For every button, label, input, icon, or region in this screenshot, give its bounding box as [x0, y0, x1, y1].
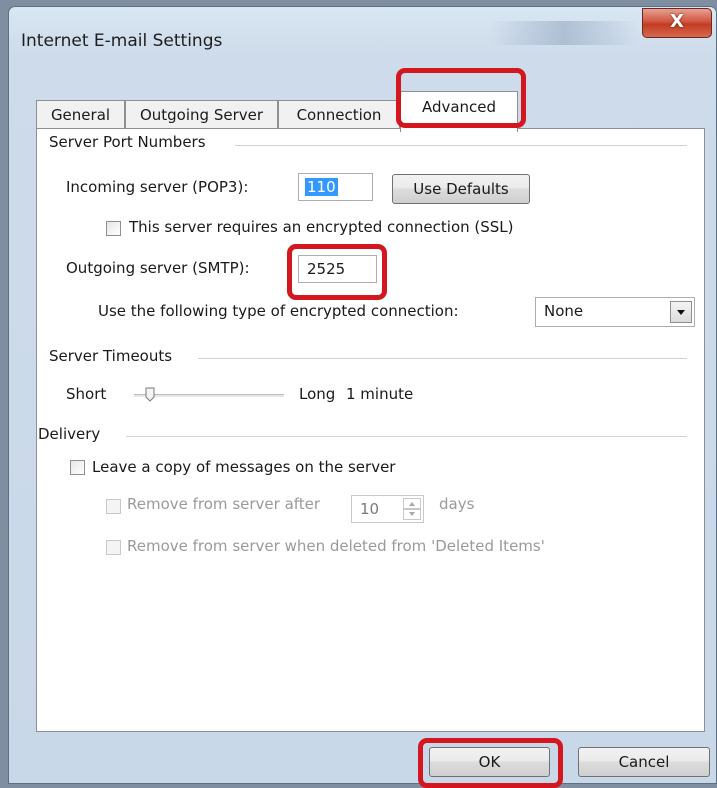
slider-track	[134, 394, 284, 397]
timeout-short-label: Short	[66, 385, 107, 403]
use-defaults-button[interactable]: Use Defaults	[392, 174, 530, 204]
tab-outgoing-server-label: Outgoing Server	[139, 106, 264, 124]
spinner-down-icon[interactable]	[403, 509, 421, 520]
delivery-label: Delivery	[38, 425, 101, 443]
encryption-type-select[interactable]: None	[535, 297, 695, 327]
remove-after-label: Remove from server after	[127, 495, 321, 513]
remove-after-checkbox[interactable]	[106, 499, 121, 514]
ssl-label: This server requires an encrypted connec…	[129, 218, 514, 236]
timeout-long-label: Long	[299, 385, 336, 403]
server-timeouts-label: Server Timeouts	[49, 347, 173, 365]
remove-deleted-label: Remove from server when deleted from 'De…	[127, 537, 545, 555]
tab-connection-label: Connection	[296, 106, 382, 124]
days-label: days	[439, 495, 475, 513]
outgoing-port-callout	[287, 244, 387, 300]
remove-deleted-checkbox[interactable]	[106, 540, 121, 555]
use-defaults-label: Use Defaults	[413, 180, 509, 198]
remove-after-days-spinner[interactable]: 10	[351, 495, 424, 523]
group-separator	[235, 145, 687, 146]
spinner-up-icon[interactable]	[403, 498, 421, 509]
group-separator	[198, 358, 687, 359]
window-title: Internet E-mail Settings	[21, 31, 223, 51]
encryption-type-value: None	[544, 302, 584, 320]
tab-connection[interactable]: Connection	[278, 100, 400, 130]
leave-copy-label: Leave a copy of messages on the server	[92, 458, 396, 476]
outgoing-server-label: Outgoing server (SMTP):	[66, 259, 250, 277]
close-icon: X	[670, 11, 684, 32]
tab-general[interactable]: General	[36, 100, 125, 130]
advanced-tab-callout	[396, 68, 526, 128]
leave-copy-checkbox[interactable]	[70, 460, 85, 475]
tab-outgoing-server[interactable]: Outgoing Server	[125, 100, 278, 130]
ssl-checkbox[interactable]	[106, 221, 121, 236]
close-button[interactable]: X	[642, 8, 712, 38]
title-bar[interactable]: Internet E-mail Settings X	[9, 7, 716, 67]
title-bar-background-blur	[489, 21, 639, 45]
timeout-value: 1 minute	[346, 385, 414, 403]
dropdown-arrow-icon[interactable]	[670, 301, 692, 323]
group-separator	[126, 436, 687, 437]
incoming-port-field[interactable]: 110	[298, 173, 373, 201]
cancel-button[interactable]: Cancel	[578, 747, 710, 777]
server-port-numbers-label: Server Port Numbers	[49, 133, 206, 151]
cancel-label: Cancel	[618, 753, 670, 771]
ok-button-callout	[418, 738, 563, 788]
encryption-type-label: Use the following type of encrypted conn…	[98, 302, 459, 320]
tab-general-label: General	[50, 106, 111, 124]
remove-after-days-value: 10	[360, 500, 380, 518]
incoming-port-value: 110	[305, 178, 338, 196]
timeout-slider[interactable]	[134, 387, 284, 405]
slider-thumb-icon[interactable]	[144, 387, 156, 403]
incoming-server-label: Incoming server (POP3):	[66, 178, 249, 196]
